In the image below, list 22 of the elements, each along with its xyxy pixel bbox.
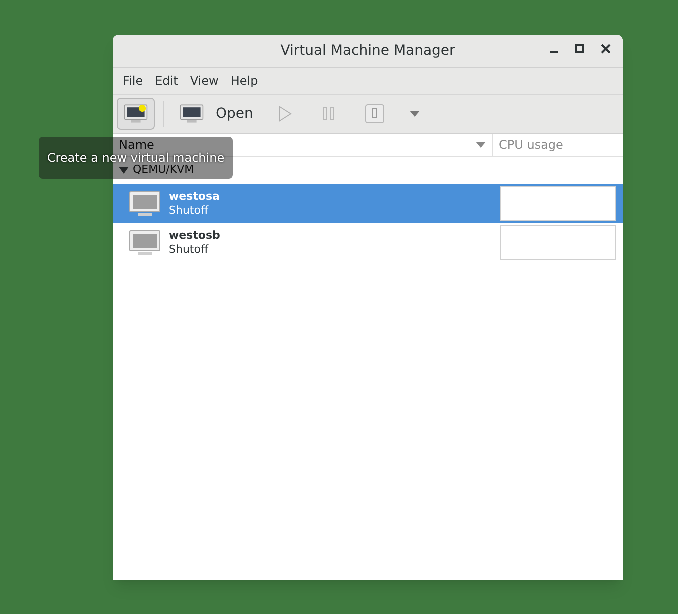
vm-name: westosa [169,190,220,204]
menu-item[interactable]: View [184,72,225,90]
menu-item[interactable]: Help [224,72,264,90]
expander-icon[interactable] [119,166,129,174]
monitor-icon [180,104,204,124]
menu-item[interactable]: File [117,72,150,90]
vm-row[interactable]: westosb Shutoff [113,223,623,262]
open-button[interactable]: Open [172,99,262,129]
column-title: Name [119,137,154,152]
window-title: Virtual Machine Manager [280,42,456,60]
vm-status: Shutoff [169,204,210,218]
new-vm-button[interactable] [117,98,155,130]
monitor-icon [129,190,161,216]
vm-status: Shutoff [169,242,210,256]
monitor-icon [129,230,161,256]
maximize-icon[interactable] [575,44,585,54]
caret-icon[interactable] [409,110,422,118]
caret-icon [476,142,486,148]
group-label: QEMU/KVM [133,162,194,178]
menu-item[interactable]: Edit [149,72,184,90]
vm-name: westosb [169,228,220,242]
close-icon[interactable] [601,44,611,54]
